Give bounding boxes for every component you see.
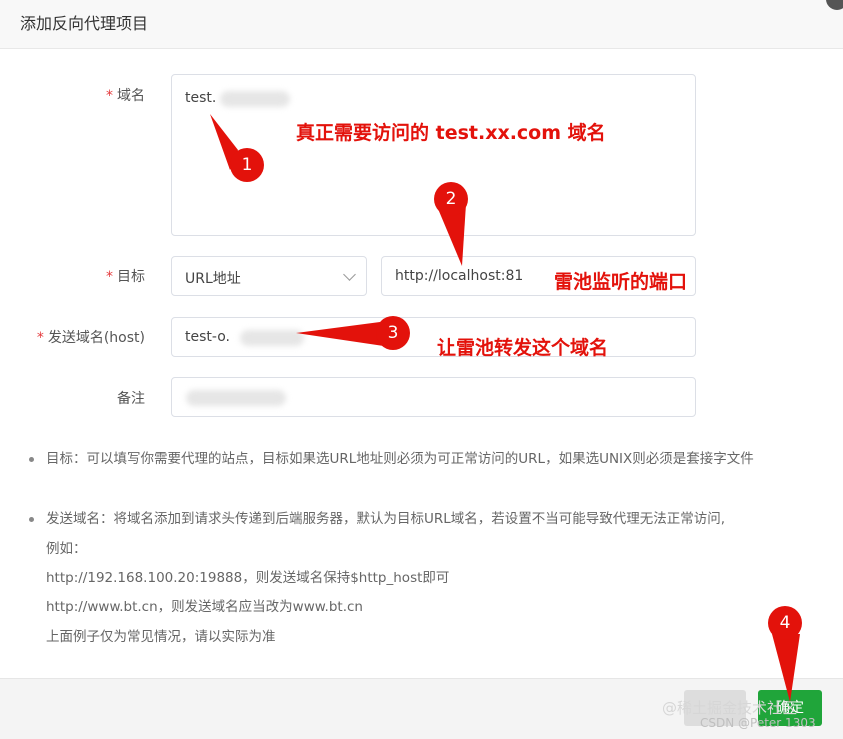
pin-4-arrow — [772, 634, 800, 702]
watermark-juejin: @稀土掘金技术社区 — [662, 699, 798, 717]
watermark-csdn: CSDN @Peter 1303 — [700, 716, 816, 730]
annotation-arrows — [210, 114, 800, 702]
pin-4: 4 — [768, 606, 802, 640]
pin-2: 2 — [434, 182, 468, 216]
annotation-2: 雷池监听的端口 — [554, 271, 688, 293]
pin-3-arrow — [296, 322, 384, 346]
annotation-3: 让雷池转发这个域名 — [437, 337, 609, 359]
annotation-1: 真正需要访问的 test.xx.com 域名 — [296, 122, 606, 144]
pin-1: 1 — [230, 148, 264, 182]
pin-3: 3 — [376, 316, 410, 350]
